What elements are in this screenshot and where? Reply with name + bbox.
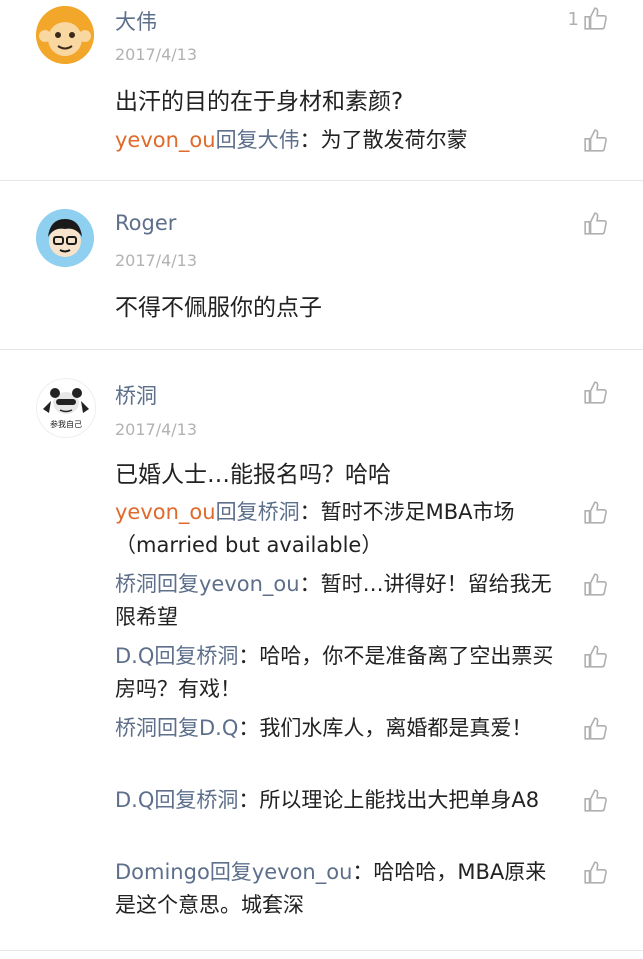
cartoon-boy-avatar-icon bbox=[36, 209, 94, 267]
comment-author[interactable]: 桥洞 bbox=[115, 380, 157, 410]
comment-text: 不得不佩服你的点子 bbox=[115, 295, 322, 321]
comment-item: Roger 2017/4/13 不得不佩服你的点子 bbox=[0, 181, 643, 350]
like-button[interactable]: 1 bbox=[568, 6, 609, 32]
thumbs-up-icon bbox=[584, 7, 607, 30]
reply-text: ：所以理论上能找出大把单身A8 bbox=[238, 788, 540, 812]
comment-item: 参我自己 桥洞 2017/4/13 已婚人士…能报名吗？哈哈 yevon_ou回… bbox=[0, 350, 643, 951]
monkey-avatar-icon bbox=[36, 6, 94, 64]
reply-from[interactable]: Domingo bbox=[115, 860, 210, 884]
reply-from[interactable]: yevon_ou bbox=[115, 500, 216, 524]
reply-verb: 回复 bbox=[154, 788, 197, 812]
reply-from[interactable]: 桥洞 bbox=[115, 572, 157, 596]
avatar[interactable]: 参我自己 bbox=[36, 378, 96, 438]
reply-text: ：我们水库人，离婚都是真爱！ bbox=[238, 716, 533, 740]
reply-item: Domingo回复yevon_ou：哈哈哈，MBA原来是这个意思。城套深 bbox=[115, 856, 563, 922]
reply-to[interactable]: yevon_ou bbox=[252, 860, 353, 884]
thumbs-up-icon[interactable] bbox=[583, 644, 609, 670]
like-button[interactable] bbox=[579, 380, 609, 406]
reply-to[interactable]: 桥洞 bbox=[196, 788, 238, 812]
reply-verb: 回复 bbox=[215, 500, 258, 524]
comment-date: 2017/4/13 bbox=[115, 420, 198, 439]
reply-item: yevon_ou回复桥洞：暂时不涉足MBA市场（married but avai… bbox=[115, 496, 563, 562]
thumbs-up-icon[interactable] bbox=[583, 716, 609, 742]
comment-author[interactable]: 大伟 bbox=[115, 6, 157, 36]
avatar[interactable] bbox=[36, 6, 94, 64]
avatar[interactable] bbox=[36, 209, 94, 267]
comment-date: 2017/4/13 bbox=[115, 45, 198, 64]
reply-verb: 回复 bbox=[157, 716, 199, 740]
thumbs-up-icon[interactable] bbox=[583, 500, 609, 526]
reply-item: D.Q回复桥洞：哈哈，你不是准备离了空出票买房吗？有戏！ bbox=[115, 640, 563, 706]
reply-text: ：为了散发荷尔蒙 bbox=[299, 128, 468, 152]
reply-item: 桥洞回复D.Q：我们水库人，离婚都是真爱！ bbox=[115, 712, 563, 745]
comment-author[interactable]: Roger bbox=[115, 211, 176, 235]
reply-to[interactable]: 大伟 bbox=[258, 128, 300, 152]
reply-from[interactable]: D.Q bbox=[115, 788, 154, 812]
reply-from[interactable]: D.Q bbox=[115, 644, 154, 668]
reply-to[interactable]: yevon_ou bbox=[199, 572, 300, 596]
reply-item: D.Q回复桥洞：所以理论上能找出大把单身A8 bbox=[115, 784, 563, 817]
reply-from[interactable]: 桥洞 bbox=[115, 716, 157, 740]
reply-item: 桥洞回复yevon_ou：暂时…讲得好！留给我无限希望 bbox=[115, 568, 563, 634]
reply-from[interactable]: yevon_ou bbox=[115, 128, 216, 152]
comment-text: 已婚人士…能报名吗？哈哈 bbox=[115, 462, 391, 488]
reply-verb: 回复 bbox=[215, 128, 258, 152]
reply-verb: 回复 bbox=[154, 644, 197, 668]
thumbs-up-icon bbox=[584, 212, 607, 235]
reply-verb: 回复 bbox=[209, 860, 252, 884]
thumbs-up-icon[interactable] bbox=[583, 788, 609, 814]
thumbs-up-icon[interactable] bbox=[583, 128, 609, 154]
comment-text: 出汗的目的在于身材和素颜? bbox=[115, 89, 404, 115]
comment-item: 大伟 2017/4/13 1 出汗的目的在于身材和素颜? yevon_ou回复大… bbox=[0, 0, 643, 181]
reply-to[interactable]: 桥洞 bbox=[258, 500, 300, 524]
reply-verb: 回复 bbox=[157, 572, 199, 596]
avatar-caption: 参我自己 bbox=[50, 420, 82, 429]
reply-to[interactable]: D.Q bbox=[199, 716, 238, 740]
like-button[interactable] bbox=[579, 211, 609, 237]
thumbs-up-icon[interactable] bbox=[583, 860, 609, 886]
reply-to[interactable]: 桥洞 bbox=[196, 644, 238, 668]
reply-item: yevon_ou回复大伟：为了散发荷尔蒙 bbox=[115, 124, 563, 157]
like-count: 1 bbox=[567, 8, 579, 30]
comment-date: 2017/4/13 bbox=[115, 251, 198, 270]
thumbs-up-icon[interactable] bbox=[583, 572, 609, 598]
thumbs-up-icon bbox=[584, 381, 607, 404]
